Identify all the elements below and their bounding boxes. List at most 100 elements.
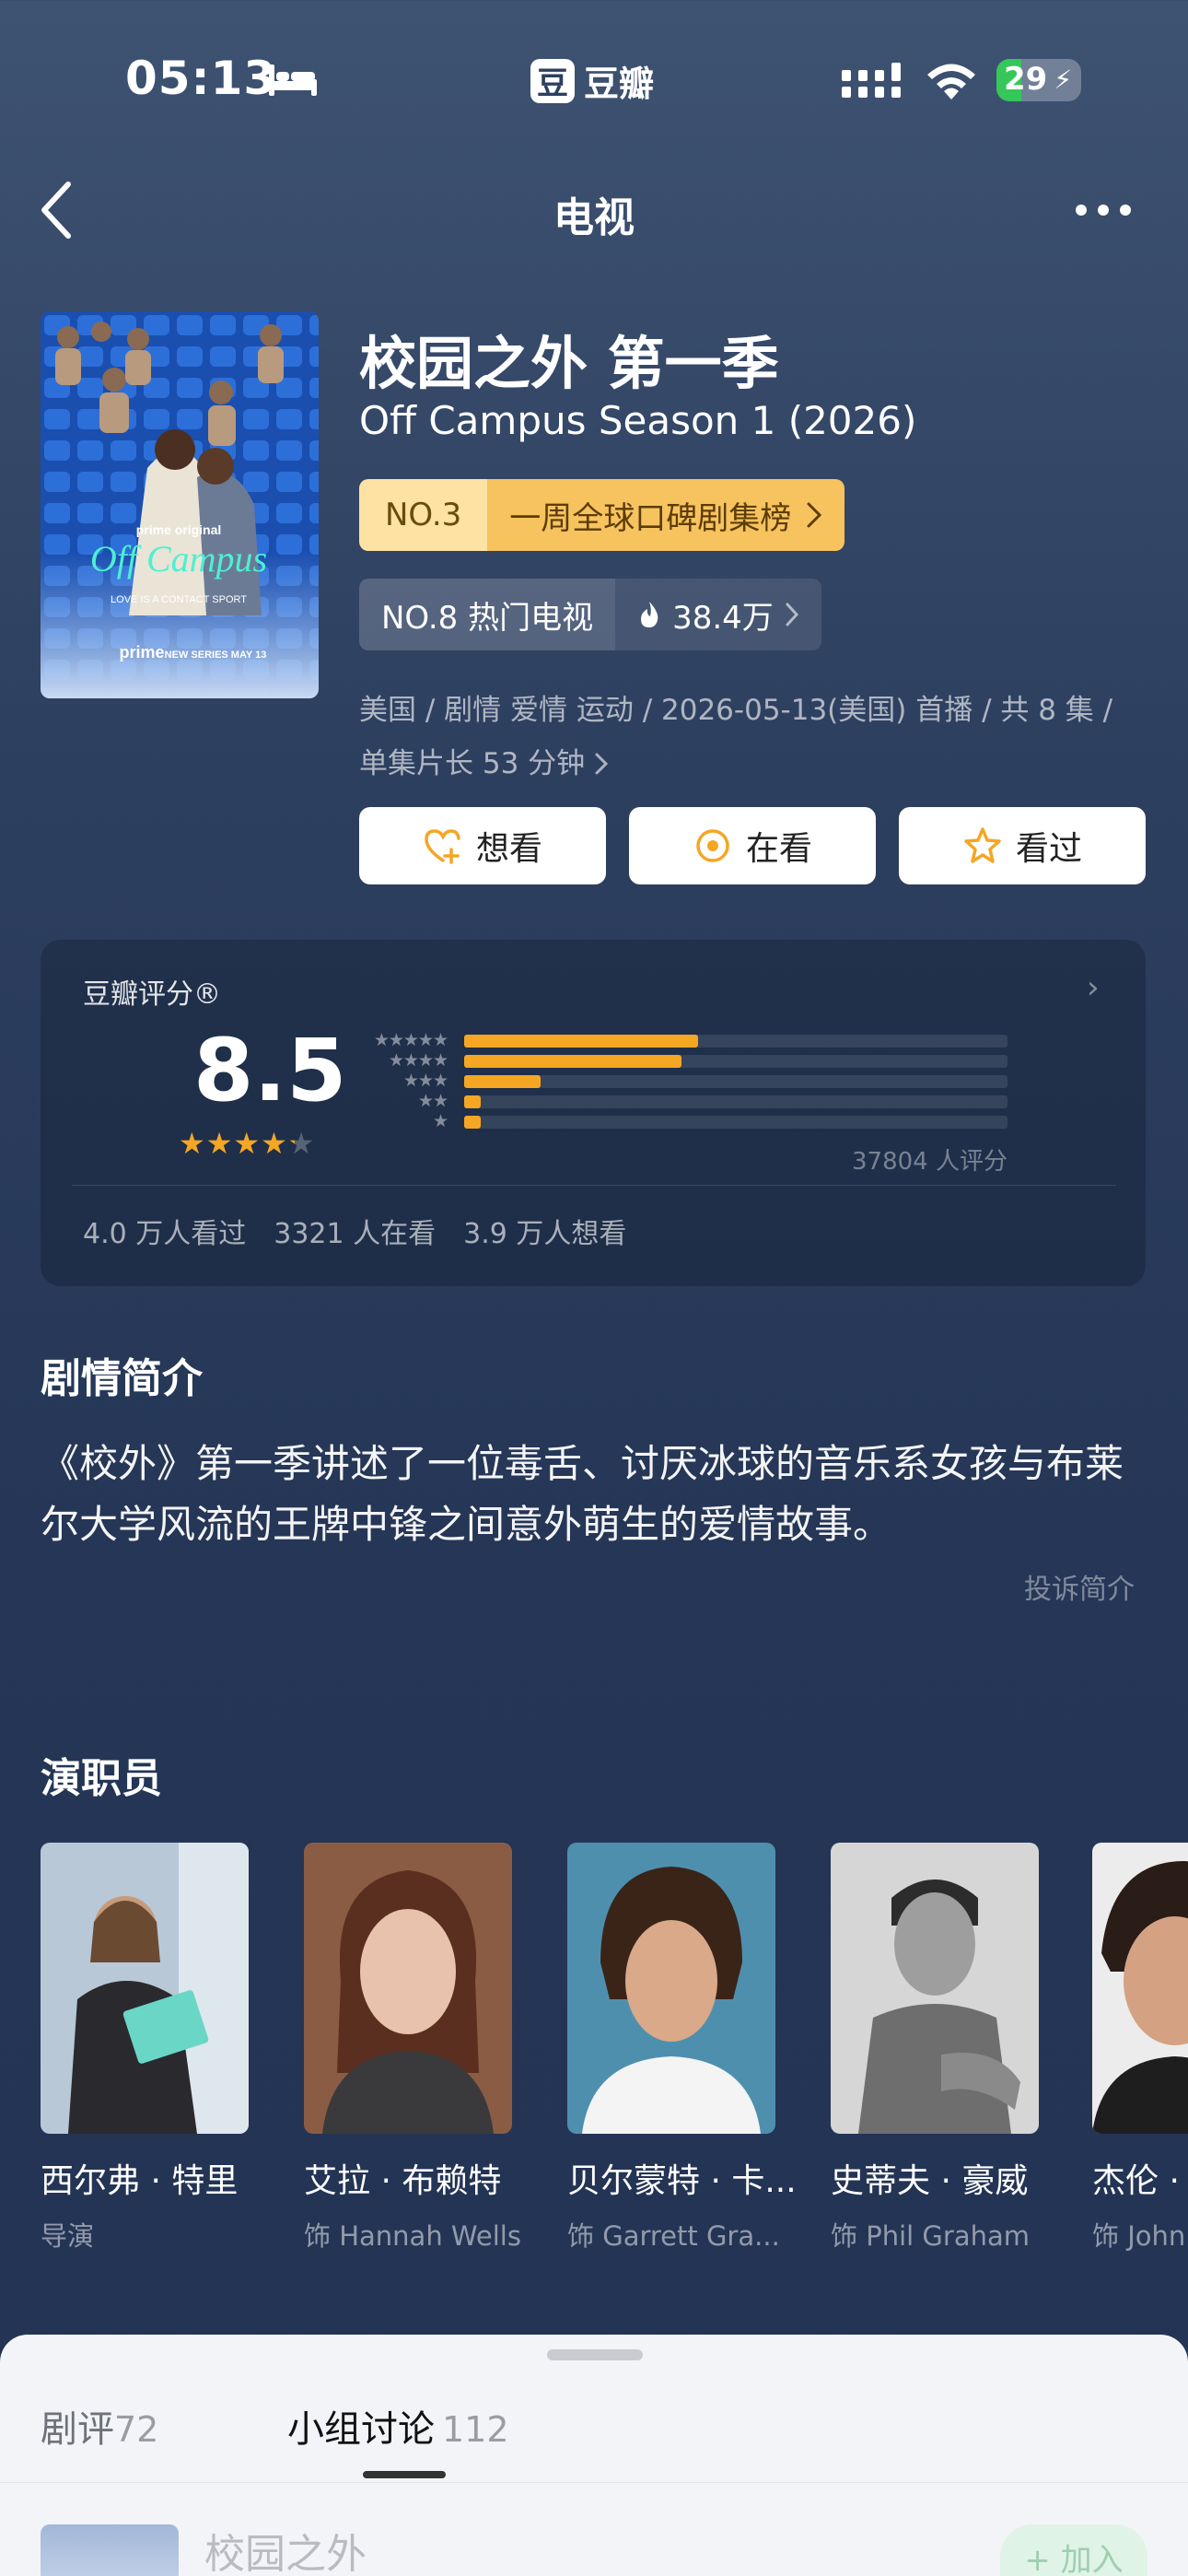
tab-reviews[interactable]: 剧评72 (41, 2399, 158, 2453)
watched-label: 看过 (1015, 830, 1082, 868)
tab-group-discussion[interactable]: 小组讨论 112 (287, 2399, 509, 2453)
want-label: 想看 (475, 830, 542, 868)
show-title-en: Off Campus Season 1 (2026) (359, 398, 917, 443)
cast-member[interactable]: 艾拉 · 布赖特 饰 Hannah Wells (304, 1843, 521, 2254)
group-name[interactable]: 校园之外 (204, 2521, 367, 2576)
show-title-cn: 校园之外 第一季 (359, 330, 779, 397)
global-ranking-badge[interactable]: NO.3 一周全球口碑剧集榜 (359, 479, 845, 551)
rating-bar-fill (464, 1035, 698, 1048)
cast-photo-image (567, 1843, 775, 2134)
rating-chevron-icon[interactable]: › (1087, 969, 1100, 1006)
cast-member[interactable]: 杰伦 · 扌 饰 John (1092, 1843, 1188, 2254)
status-time: 05:13 (125, 52, 277, 105)
cast-title: 演职员 (41, 1755, 162, 1802)
more-options-icon[interactable] (1074, 199, 1133, 221)
cast-photo (567, 1843, 775, 2134)
active-tab-indicator (363, 2471, 446, 2478)
battery-indicator: 29 ⚡ (996, 59, 1081, 101)
cast-name: 西尔弗 · 特里 (41, 2162, 239, 2200)
poster-tagline: LOVE IS A CONTACT SPORT (111, 594, 247, 605)
app-badge: 豆 豆瓣 (530, 55, 654, 106)
wifi-icon (927, 64, 975, 100)
rating-bar-1 (464, 1116, 1007, 1129)
watching-target-icon (696, 829, 729, 862)
report-synopsis-link[interactable]: 投诉简介 (1024, 1566, 1135, 1607)
chevron-right-icon (807, 502, 822, 528)
synopsis-text[interactable]: 《校外》第一季讲述了一位毒舌、讨厌冰球的音乐系女孩与布莱尔大学风流的王牌中锋之间… (41, 1434, 1155, 1555)
stat-want: 3.9 万人想看 (463, 1218, 627, 1250)
cast-photo (304, 1843, 512, 2134)
rating-score: 8.5 (193, 1021, 347, 1121)
poster-footer: NEW SERIES MAY 13 (165, 650, 267, 661)
tab-reviews-count: 72 (114, 2409, 159, 2450)
cast-member[interactable]: 史蒂夫 · 豪威 饰 Phil Graham (831, 1843, 1039, 2254)
sheet-divider (0, 2482, 1188, 2483)
meta-line-1: 美国 / 剧情 爱情 运动 / 2026-05-13(美国) 首播 / 共 8 … (359, 694, 1113, 727)
tab-reviews-label: 剧评 (41, 2408, 114, 2451)
rating-stats: 4.0 万人看过 3321 人在看 3.9 万人想看 (83, 1211, 626, 1251)
cast-photo-image (831, 1843, 1039, 2134)
rank1-number: NO.3 (359, 479, 488, 551)
douban-logo-icon: 豆 (530, 58, 575, 103)
heat-value: 38.4万 (672, 599, 774, 637)
charging-bolt-icon: ⚡ (1054, 64, 1072, 95)
watched-button[interactable]: 看过 (899, 807, 1146, 884)
cast-photo (41, 1843, 249, 2134)
cast-role: 饰 Phil Graham (831, 2220, 1030, 2252)
rank1-label: 一周全球口碑剧集榜 (509, 499, 792, 537)
rating-bar-fill (464, 1055, 681, 1068)
rating-bar-fill (464, 1075, 541, 1088)
chevron-right-icon (786, 603, 798, 626)
stars-fill: ★★★★★ (179, 1126, 295, 1161)
tab-groups-label: 小组讨论 (287, 2408, 435, 2451)
rating-bar-3 (464, 1075, 1007, 1088)
bar-label-5: ★★★★★ (373, 1030, 448, 1050)
cast-role: 饰 Garrett Gra... (567, 2220, 780, 2252)
join-group-button[interactable]: + 加入 (1000, 2524, 1147, 2576)
stat-watched: 4.0 万人看过 (83, 1218, 247, 1250)
cast-name: 艾拉 · 布赖特 (304, 2162, 502, 2200)
bar-label-4: ★★★★ (388, 1050, 448, 1071)
heart-plus-icon (425, 829, 460, 864)
bar-label-2: ★★ (417, 1091, 448, 1111)
meta-line-2: 单集片长 53 分钟 (359, 747, 586, 780)
cast-photo-image (304, 1843, 512, 2134)
battery-level: 29 (1004, 61, 1048, 98)
rating-stars: ★★★★★ ★★★★★ (179, 1126, 315, 1161)
cast-role: 饰 Hannah Wells (304, 2220, 521, 2252)
cast-name: 史蒂夫 · 豪威 (831, 2162, 1029, 2200)
poster-image: prime original Off Campus LOVE IS A CONT… (41, 311, 319, 698)
watching-button[interactable]: 在看 (629, 807, 876, 884)
rating-bar-fill (464, 1095, 481, 1108)
rating-title: 豆瓣评分® (83, 978, 221, 1011)
cast-member[interactable]: 西尔弗 · 特里 导演 (41, 1843, 249, 2254)
hot-tv-ranking-badge[interactable]: NO.8 热门电视 38.4万 (359, 579, 821, 650)
poster-brand: prime original (136, 522, 222, 537)
cast-photo-image (41, 1843, 249, 2134)
rating-bar-5 (464, 1035, 1007, 1048)
synopsis-title: 剧情简介 (41, 1355, 203, 1402)
cast-role: 导演 (41, 2220, 95, 2252)
watching-label: 在看 (745, 830, 812, 868)
poster-logo: prime (119, 643, 164, 662)
stat-watching: 3321 人在看 (274, 1218, 437, 1250)
cast-photo-image (1092, 1843, 1188, 2134)
rating-divider (72, 1185, 1116, 1186)
show-poster[interactable]: prime original Off Campus LOVE IS A CONT… (41, 311, 319, 698)
cast-name: 杰伦 · 扌 (1092, 2162, 1188, 2200)
chevron-right-icon (595, 753, 609, 775)
show-metadata[interactable]: 美国 / 剧情 爱情 运动 / 2026-05-13(美国) 首播 / 共 8 … (359, 684, 1151, 790)
cast-photo (831, 1843, 1039, 2134)
bar-label-3: ★★★ (402, 1071, 448, 1091)
rating-bar-2 (464, 1095, 1007, 1108)
cellular-signal-icon (842, 63, 901, 98)
page-title: 电视 (553, 194, 635, 241)
sheet-drag-handle[interactable] (547, 2349, 643, 2360)
cast-member[interactable]: 贝尔蒙特 · 卡... 饰 Garrett Gra... (567, 1843, 797, 2254)
app-name: 豆瓣 (584, 64, 655, 104)
want-to-watch-button[interactable]: 想看 (359, 807, 606, 884)
rank2-number: NO.8 热门电视 (359, 579, 616, 650)
rating-count: 37804 人评分 (852, 1148, 1007, 1176)
cast-photo (1092, 1843, 1188, 2134)
rating-bar-4 (464, 1055, 1007, 1068)
